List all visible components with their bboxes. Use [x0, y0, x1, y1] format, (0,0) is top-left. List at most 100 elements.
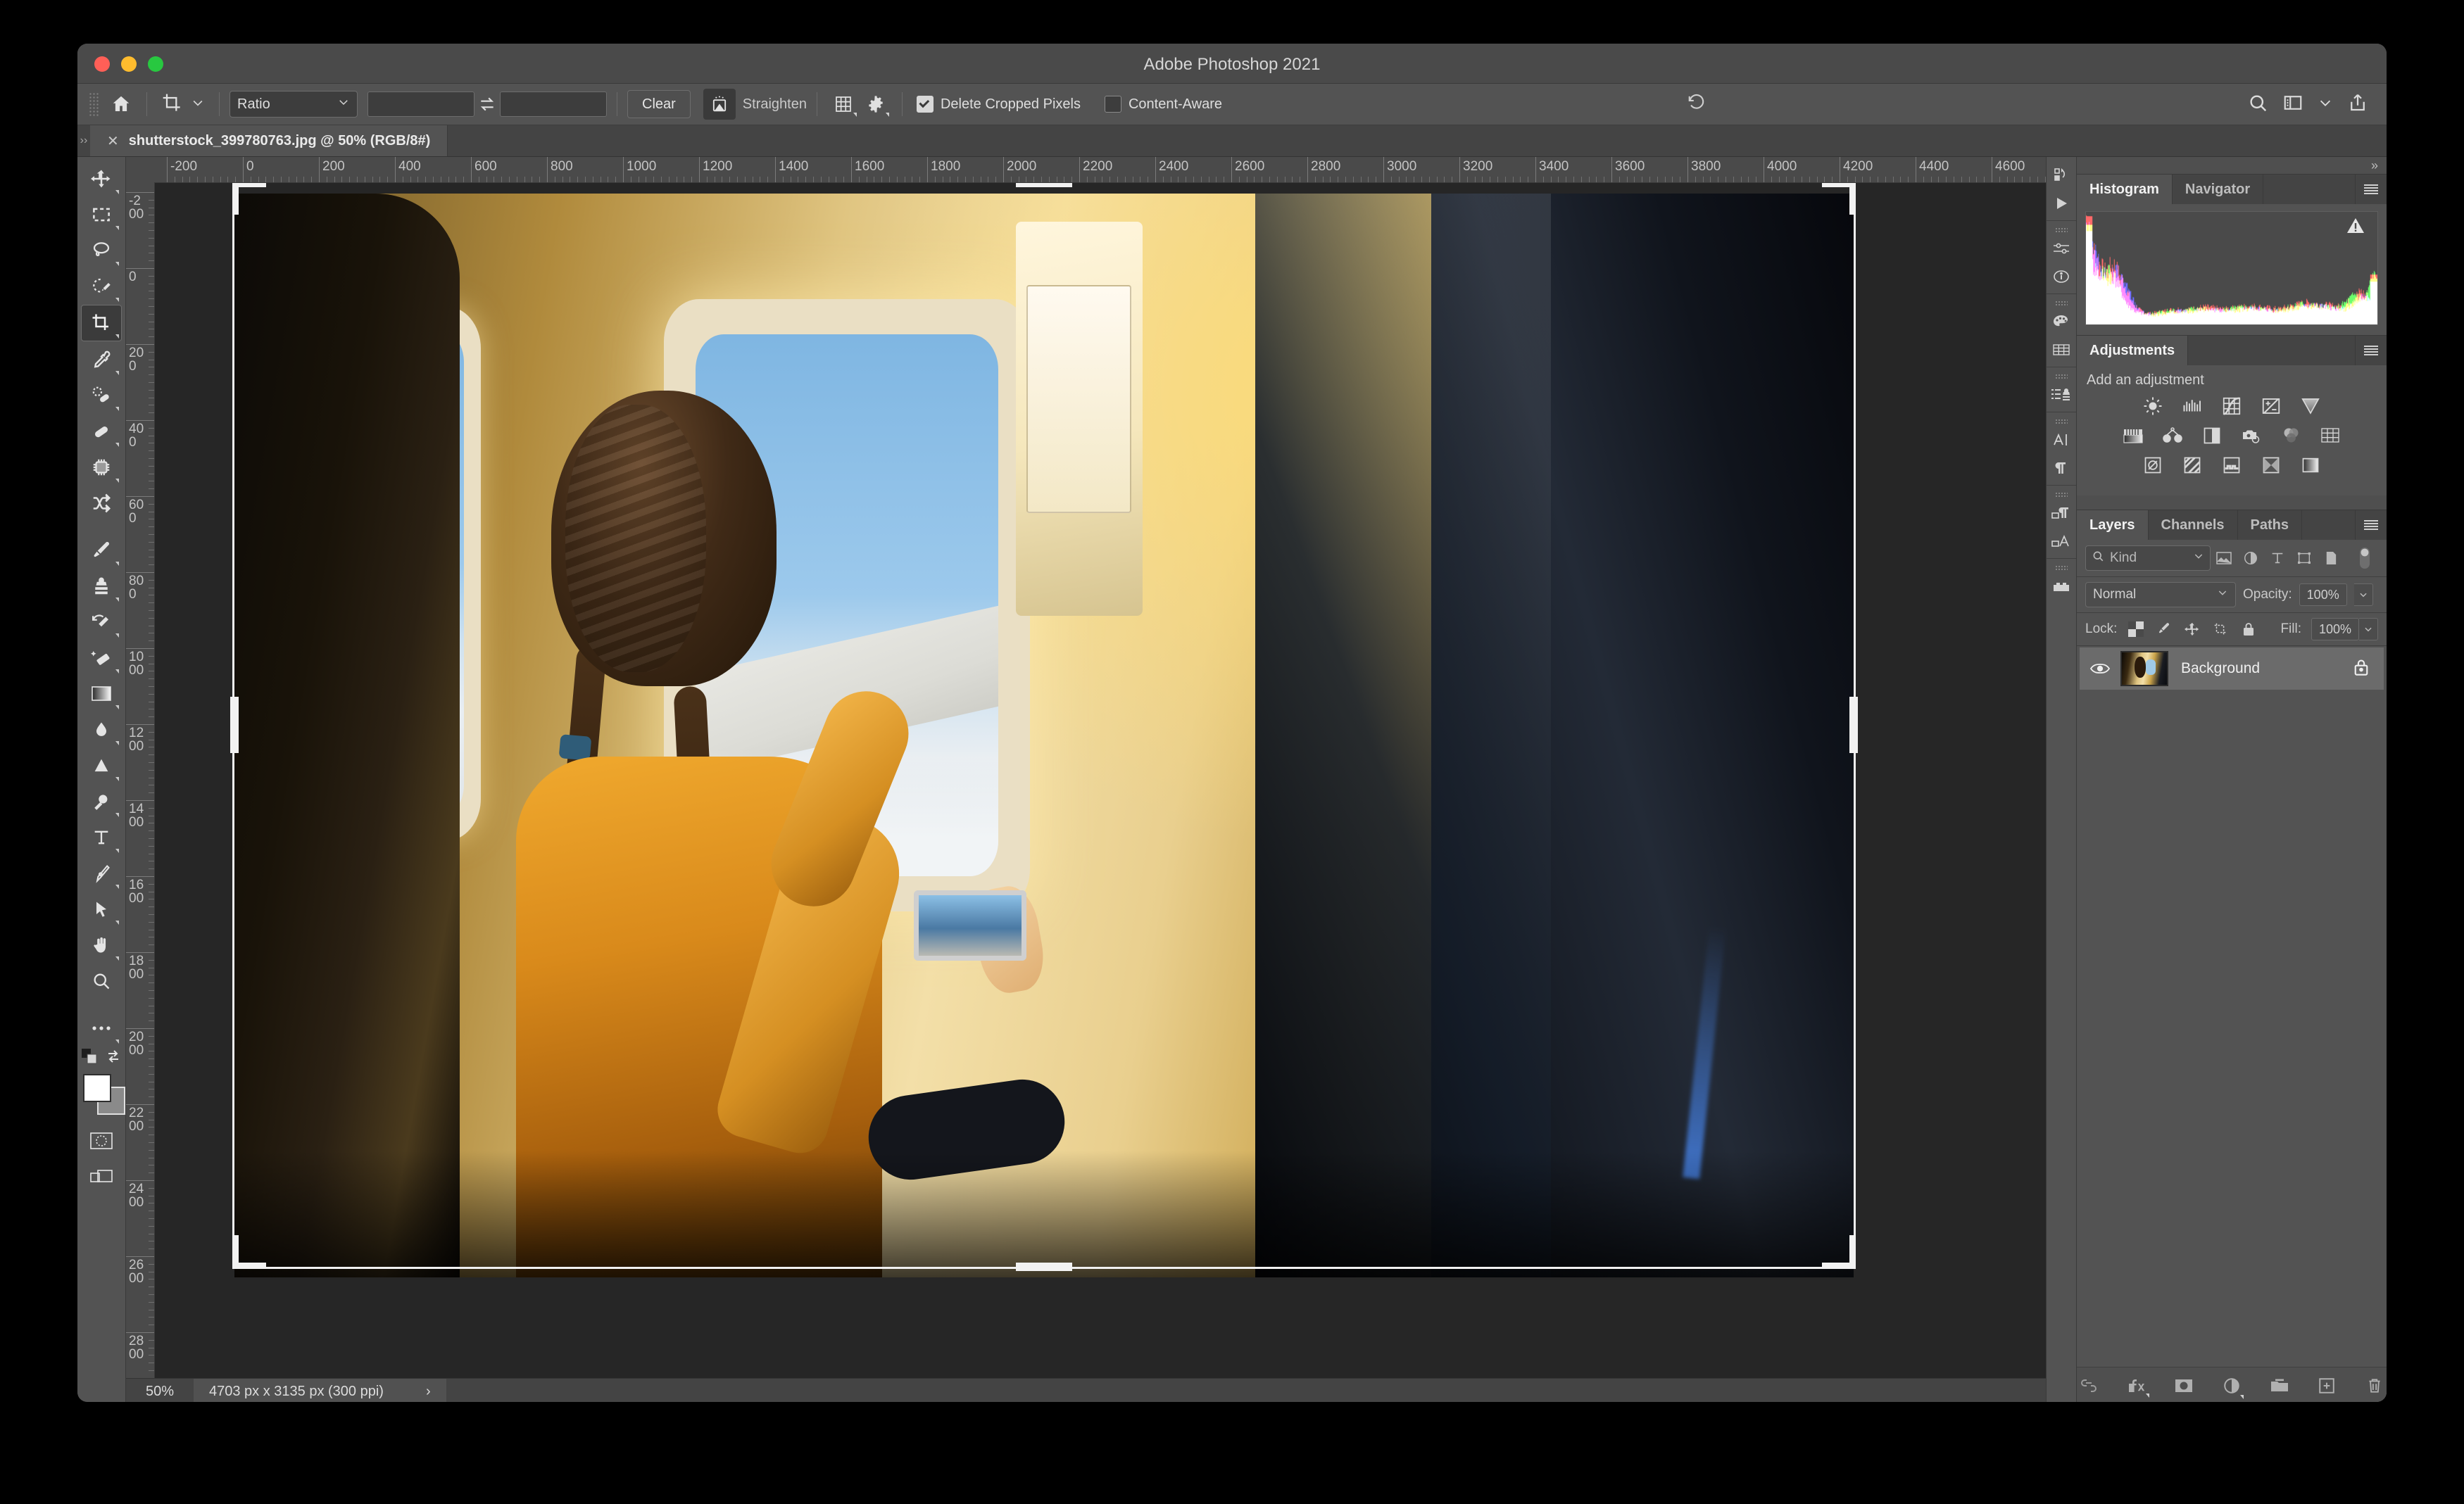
rail-grip[interactable]: [2055, 492, 2068, 498]
rail-grip[interactable]: [2055, 565, 2068, 571]
home-icon[interactable]: [106, 89, 137, 120]
tab-channels[interactable]: Channels: [2149, 510, 2238, 540]
document-image[interactable]: [234, 194, 1854, 1277]
paragraph-icon[interactable]: [2048, 454, 2075, 482]
crop-handle-top-right[interactable]: [1822, 183, 1856, 187]
crop-tool[interactable]: [81, 305, 122, 341]
posterize-icon[interactable]: [2180, 453, 2204, 477]
share-icon[interactable]: [2347, 92, 2368, 117]
lock-artboard-icon[interactable]: [2211, 620, 2230, 638]
curves-icon[interactable]: [2220, 394, 2244, 418]
type-layers-filter-icon[interactable]: [2264, 546, 2291, 570]
tab-paths[interactable]: Paths: [2238, 510, 2302, 540]
selective-color-icon[interactable]: [2299, 453, 2322, 477]
eraser-tool[interactable]: [82, 640, 121, 676]
straighten-control[interactable]: Straighten: [703, 89, 807, 120]
plugins-icon[interactable]: [2048, 572, 2075, 600]
blur-tool[interactable]: [82, 712, 121, 747]
crop-width-input[interactable]: [367, 91, 474, 117]
zoom-tool[interactable]: [82, 963, 121, 999]
shuffle-tool[interactable]: [82, 486, 121, 521]
character-icon[interactable]: [2048, 426, 2075, 454]
brush-settings-icon[interactable]: [2048, 381, 2075, 409]
smart-object-filter-icon[interactable]: [2318, 546, 2344, 570]
screen-mode-icon[interactable]: [82, 1159, 121, 1194]
gradient-tool[interactable]: [82, 676, 121, 712]
brightness-contrast-icon[interactable]: [2141, 394, 2165, 418]
color-palette-icon[interactable]: [2048, 308, 2075, 336]
clone-stamp-tool[interactable]: [82, 569, 121, 604]
layer-filter-kind-select[interactable]: Kind: [2085, 545, 2211, 571]
levels-icon[interactable]: [2180, 394, 2204, 418]
link-layers-icon[interactable]: [2077, 1374, 2101, 1398]
crop-ratio-select[interactable]: Ratio: [230, 91, 358, 118]
tool-preset-picker[interactable]: [157, 92, 209, 116]
opacity-stepper[interactable]: [2354, 583, 2373, 606]
edit-toolbar-ellipsis-icon[interactable]: [82, 1011, 121, 1046]
adjustments-sliders-icon[interactable]: [2048, 234, 2075, 263]
crop-height-input[interactable]: [500, 91, 607, 117]
rail-grip[interactable]: [2055, 374, 2068, 379]
hue-saturation-icon[interactable]: [2121, 424, 2145, 448]
exposure-icon[interactable]: [2259, 394, 2283, 418]
delete-layer-icon[interactable]: [2363, 1374, 2387, 1398]
hand-tool[interactable]: [82, 928, 121, 963]
histogram-chart[interactable]: [2085, 211, 2378, 325]
content-aware-move-tool[interactable]: [82, 450, 121, 485]
crop-overlay-grid-icon[interactable]: [827, 89, 860, 120]
tab-layers[interactable]: Layers: [2077, 510, 2149, 540]
lock-all-icon[interactable]: [2239, 620, 2258, 638]
info-icon[interactable]: [2048, 263, 2075, 291]
lasso-tool[interactable]: [82, 233, 121, 268]
threshold-icon[interactable]: [2220, 453, 2244, 477]
straighten-icon[interactable]: [703, 89, 736, 120]
tab-adjustments[interactable]: Adjustments: [2077, 336, 2188, 365]
swap-width-height-icon[interactable]: [474, 92, 500, 116]
fill-stepper[interactable]: [2359, 618, 2378, 640]
add-layer-mask-icon[interactable]: [2172, 1374, 2196, 1398]
eyedropper-tool[interactable]: [82, 342, 121, 377]
horizontal-ruler[interactable]: -200020040060080010001200140016001800200…: [154, 157, 2046, 183]
character-styles-icon[interactable]: [2048, 527, 2075, 555]
tab-histogram[interactable]: Histogram: [2077, 175, 2173, 204]
ruler-corner[interactable]: [126, 157, 155, 183]
chevron-double-right-icon[interactable]: »: [2371, 158, 2378, 173]
layer-thumbnail[interactable]: [2120, 651, 2168, 686]
shape-layers-filter-icon[interactable]: [2291, 546, 2318, 570]
delete-cropped-pixels-checkbox[interactable]: Delete Cropped Pixels: [917, 96, 1081, 113]
dodge-tool[interactable]: [82, 748, 121, 783]
crop-handle-top-center[interactable]: [1016, 183, 1072, 187]
zoom-level[interactable]: 50%: [126, 1384, 194, 1400]
move-tool[interactable]: [82, 161, 121, 196]
rectangular-marquee-tool[interactable]: [82, 197, 121, 232]
burn-tool[interactable]: [82, 784, 121, 819]
tab-bar-grip[interactable]: ››: [77, 125, 90, 156]
lock-transparent-pixels-icon[interactable]: [2127, 620, 2145, 638]
new-fill-adjustment-icon[interactable]: [2220, 1374, 2244, 1398]
new-group-icon[interactable]: [2268, 1374, 2292, 1398]
invert-icon[interactable]: [2141, 453, 2165, 477]
library-icon[interactable]: [2048, 161, 2075, 189]
foreground-color-swatch[interactable]: [83, 1074, 111, 1102]
search-icon[interactable]: [2247, 92, 2268, 117]
play-icon[interactable]: [2048, 189, 2075, 217]
lock-position-icon[interactable]: [2183, 620, 2201, 638]
default-colors-icon[interactable]: [81, 1048, 98, 1068]
checkbox-checked-icon[interactable]: [917, 96, 934, 113]
document-info[interactable]: 4703 px x 3135 px (300 ppi) ›: [194, 1379, 446, 1402]
history-brush-tool[interactable]: [82, 605, 121, 640]
eye-icon[interactable]: [2080, 662, 2120, 676]
crop-handle-top-left[interactable]: [232, 183, 266, 187]
layer-name[interactable]: Background: [2181, 660, 2353, 677]
panel-menu-icon[interactable]: [2356, 175, 2387, 204]
object-selection-tool[interactable]: [82, 269, 121, 304]
color-lookup-icon[interactable]: [2318, 424, 2342, 448]
reset-icon[interactable]: [1687, 93, 1706, 116]
layer-style-fx-icon[interactable]: [2125, 1374, 2149, 1398]
paragraph-styles-icon[interactable]: [2048, 499, 2075, 527]
dock-collapse[interactable]: »: [2077, 157, 2387, 174]
swap-colors-icon[interactable]: [105, 1048, 122, 1068]
filter-toggle-icon[interactable]: [2351, 546, 2378, 570]
tab-navigator[interactable]: Navigator: [2173, 175, 2263, 204]
quick-mask-icon[interactable]: [82, 1123, 121, 1158]
